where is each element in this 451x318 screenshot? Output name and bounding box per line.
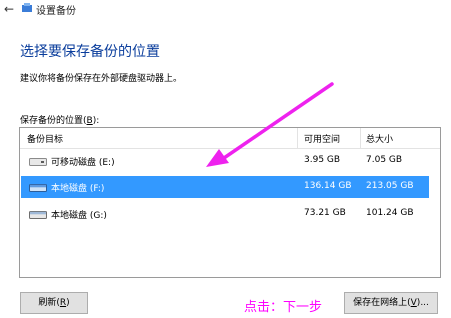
drive-free-space: 136.14 GB bbox=[304, 181, 352, 191]
local-disk-icon bbox=[29, 211, 47, 219]
list-row-drive-e[interactable]: 可移动磁盘 (E:) 3.95 GB 7.05 GB bbox=[21, 150, 429, 172]
column-header-target[interactable]: 备份目标 bbox=[27, 132, 63, 145]
column-header-total[interactable]: 总大小 bbox=[366, 132, 393, 145]
backup-app-icon bbox=[22, 3, 32, 12]
drive-free-space: 73.21 GB bbox=[304, 208, 346, 218]
drive-total-size: 101.24 GB bbox=[366, 208, 414, 218]
refresh-button[interactable]: 刷新(R) bbox=[20, 292, 88, 314]
column-divider[interactable] bbox=[297, 128, 298, 148]
removable-drive-icon bbox=[29, 158, 47, 166]
drive-total-size: 7.05 GB bbox=[366, 155, 403, 165]
list-label: 保存备份的位置(B): bbox=[20, 116, 100, 126]
drive-total-size: 213.05 GB bbox=[366, 181, 414, 191]
drive-name: 本地磁盘 (F:) bbox=[51, 184, 105, 194]
drive-free-space: 3.95 GB bbox=[304, 155, 341, 165]
annotation-hint: 点击：下一步 bbox=[244, 300, 323, 315]
drive-name: 本地磁盘 (G:) bbox=[51, 211, 107, 221]
backup-destination-list[interactable]: 备份目标 可用空间 总大小 可移动磁盘 (E:) 3.95 GB 7.05 GB… bbox=[19, 127, 441, 278]
local-disk-icon bbox=[29, 184, 47, 192]
page-heading: 选择要保存备份的位置 bbox=[20, 44, 160, 60]
page-description: 建议你将备份保存在外部硬盘驱动器上。 bbox=[20, 74, 183, 84]
list-row-drive-f[interactable]: 本地磁盘 (F:) 136.14 GB 213.05 GB bbox=[21, 176, 429, 198]
list-header: 备份目标 可用空间 总大小 bbox=[20, 128, 440, 149]
column-divider[interactable] bbox=[360, 128, 361, 148]
save-on-network-button[interactable]: 保存在网络上(V)... bbox=[344, 292, 438, 314]
title-bar: ← 设置备份 bbox=[0, 0, 451, 20]
window-title: 设置备份 bbox=[36, 6, 76, 17]
list-row-drive-g[interactable]: 本地磁盘 (G:) 73.21 GB 101.24 GB bbox=[21, 203, 429, 225]
back-arrow-icon[interactable]: ← bbox=[4, 2, 18, 16]
drive-name: 可移动磁盘 (E:) bbox=[51, 158, 115, 168]
column-header-free[interactable]: 可用空间 bbox=[304, 132, 340, 145]
